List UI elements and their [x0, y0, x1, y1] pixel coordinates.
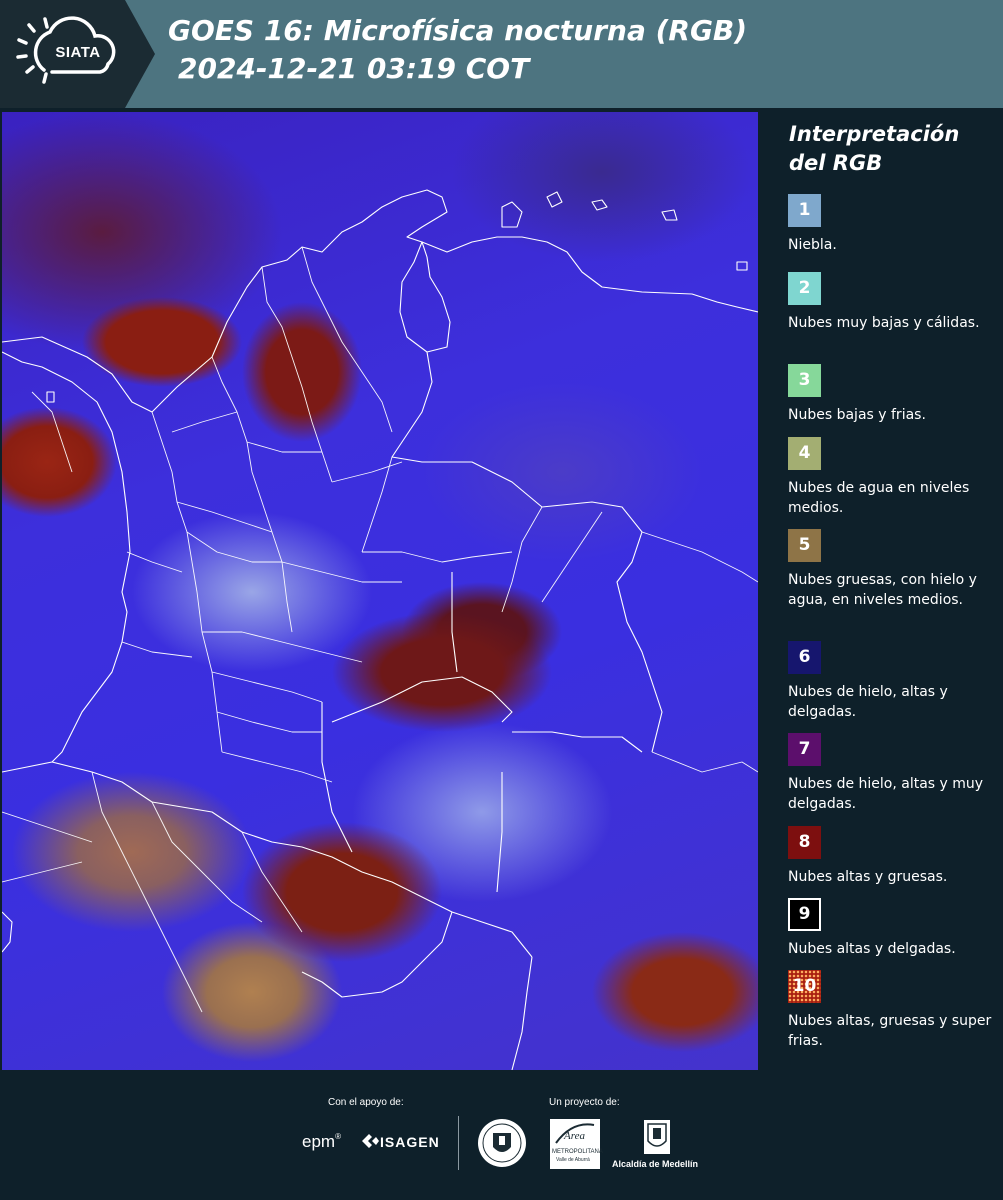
legend-swatch-2: 2 [788, 272, 821, 305]
legend-title-line-1: Interpretación [789, 122, 960, 146]
page-title: GOES 16: Microfísica nocturna (RGB) 2024… [168, 12, 988, 88]
epm-logo: epm® [302, 1132, 341, 1151]
header-bar: SIATA GOES 16: Microfísica nocturna (RGB… [0, 0, 1003, 108]
alcaldia-shield-icon [644, 1120, 670, 1154]
isagen-logo: ISAGEN [360, 1133, 440, 1150]
legend-item-3: 3 Nubes bajas y frias. [788, 364, 1000, 425]
satellite-map [2, 112, 758, 1070]
legend-label-3: Nubes bajas y frias. [788, 407, 926, 423]
area-title: Área [564, 1130, 585, 1142]
legend-label-8: Nubes altas y gruesas. [788, 869, 948, 885]
legend-label-5: Nubes gruesas, con hielo y agua, en nive… [788, 572, 977, 608]
legend-title-line-2: del RGB [789, 151, 883, 175]
area-subtitle-2: Valle de Aburrá [556, 1157, 590, 1163]
legend-title: Interpretación del RGB [789, 120, 999, 178]
legend-swatch-8: 8 [788, 826, 821, 859]
legend-label-7: Nubes de hielo, altas y muy delgadas. [788, 776, 984, 812]
title-line-1: GOES 16: Microfísica nocturna (RGB) [168, 14, 748, 47]
legend-swatch-7: 7 [788, 733, 821, 766]
siata-logo: SIATA [0, 0, 155, 108]
isagen-text: ISAGEN [380, 1134, 440, 1150]
legend-item-10: 10 Nubes altas, gruesas y super frias. [788, 970, 1000, 1051]
legend-label-4: Nubes de agua en niveles medios. [788, 480, 970, 516]
legend-swatch-9: 9 [788, 898, 821, 931]
legend-swatch-6: 6 [788, 641, 821, 674]
legend-label-10: Nubes altas, gruesas y super frias. [788, 1013, 992, 1049]
rgb-legend: Interpretación del RGB 1 Niebla. 2 Nubes… [760, 108, 1003, 1070]
area-subtitle: METROPOLITANA [552, 1149, 603, 1155]
legend-swatch-5: 5 [788, 529, 821, 562]
city-seal-icon [478, 1119, 526, 1167]
epm-text: epm [302, 1132, 336, 1151]
legend-item-6: 6 Nubes de hielo, altas y delgadas. [788, 641, 1000, 722]
legend-item-4: 4 Nubes de agua en niveles medios. [788, 437, 1000, 518]
footer: Con el apoyo de: Un proyecto de: epm® IS… [0, 1070, 1003, 1200]
alcaldia-label: Alcaldía de Medellín [612, 1159, 699, 1169]
legend-item-8: 8 Nubes altas y gruesas. [788, 826, 1000, 887]
legend-swatch-10: 10 [788, 970, 821, 1003]
footer-divider [458, 1116, 459, 1170]
legend-item-2: 2 Nubes muy bajas y cálidas. [788, 272, 1000, 333]
support-label: Con el apoyo de: [328, 1097, 404, 1108]
legend-item-1: 1 Niebla. [788, 194, 1000, 255]
legend-item-7: 7 Nubes de hielo, altas y muy delgadas. [788, 733, 1000, 814]
legend-label-2: Nubes muy bajas y cálidas. [788, 315, 980, 331]
legend-label-9: Nubes altas y delgadas. [788, 941, 956, 957]
title-line-2: 2024-12-21 03:19 COT [178, 52, 530, 85]
area-metropolitana-logo: Área METROPOLITANA Valle de Aburrá [550, 1119, 603, 1169]
logo-text: SIATA [55, 44, 101, 61]
isagen-icon [362, 1134, 379, 1148]
legend-item-5: 5 Nubes gruesas, con hielo y agua, en ni… [788, 529, 1000, 610]
legend-item-9: 9 Nubes altas y delgadas. [788, 898, 1000, 959]
legend-swatch-3: 3 [788, 364, 821, 397]
border-lines-icon [2, 189, 758, 1070]
project-label: Un proyecto de: [549, 1097, 620, 1108]
legend-label-1: Niebla. [788, 237, 837, 253]
legend-swatch-4: 4 [788, 437, 821, 470]
legend-swatch-1: 1 [788, 194, 821, 227]
legend-label-6: Nubes de hielo, altas y delgadas. [788, 684, 948, 720]
